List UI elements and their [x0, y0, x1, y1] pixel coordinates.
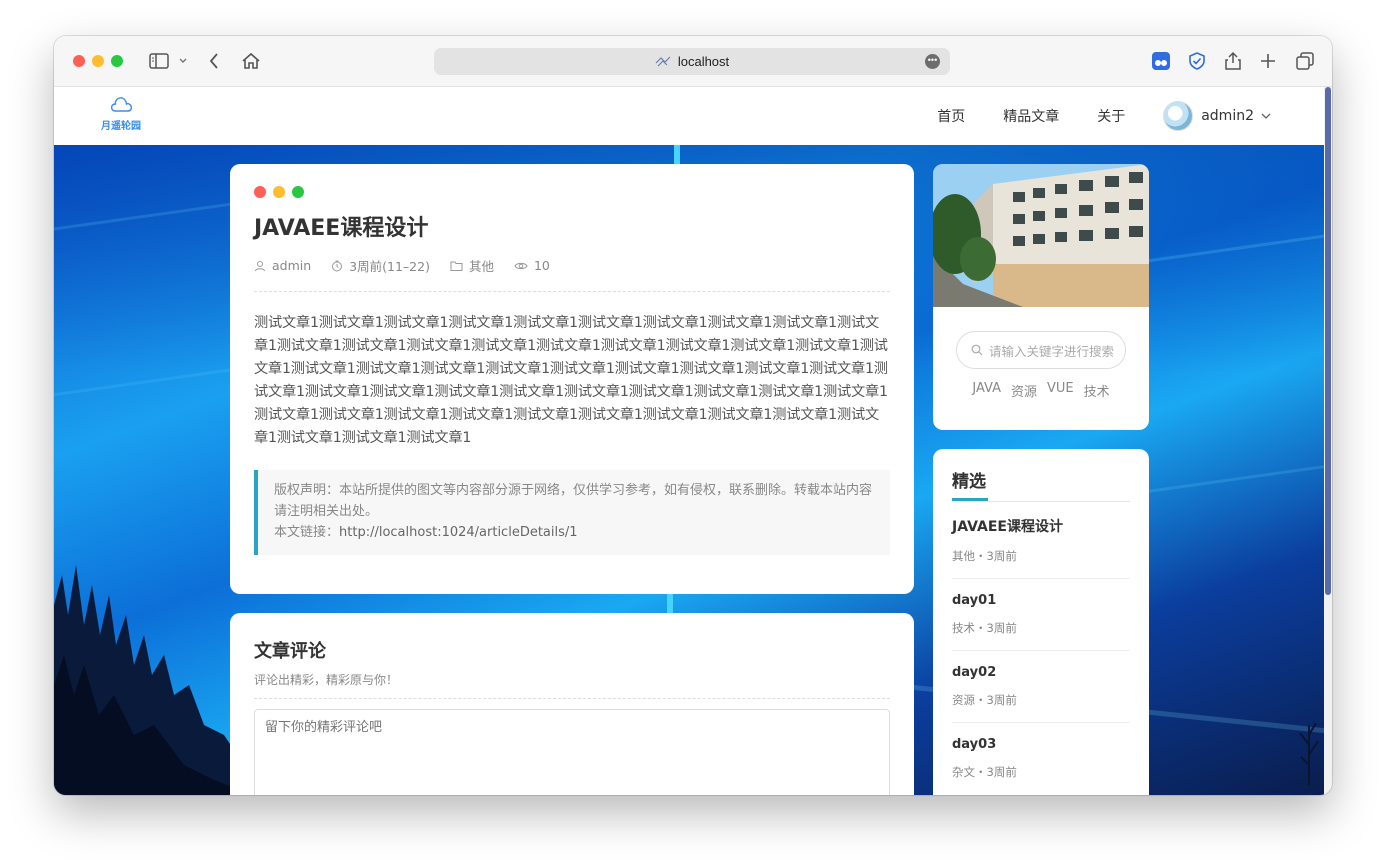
- featured-item-meta: 杂文・3周前: [952, 765, 1017, 779]
- extension-icon[interactable]: [1150, 50, 1172, 72]
- search-input[interactable]: 请输入关键字进行搜索: [989, 341, 1114, 360]
- nav-featured-articles[interactable]: 精品文章: [1003, 106, 1059, 126]
- meta-time: 3周前(11–22): [331, 256, 430, 275]
- shield-icon[interactable]: [1186, 50, 1208, 72]
- zoom-window-button[interactable]: [111, 55, 123, 67]
- featured-card: 精选 JAVAEE课程设计 其他・3周前 day01 技术・3周前 day02 …: [933, 449, 1149, 795]
- view-count: 10: [533, 258, 550, 273]
- user-menu[interactable]: admin2: [1163, 101, 1272, 131]
- light-beam: [674, 145, 680, 165]
- article-body: 测试文章1测试文章1测试文章1测试文章1测试文章1测试文章1测试文章1测试文章1…: [254, 315, 888, 446]
- page-scrollbar[interactable]: [1324, 87, 1332, 795]
- main-nav: 首页 精品文章 关于 admin2: [899, 87, 1272, 145]
- tag-item[interactable]: 资源: [1011, 381, 1037, 400]
- nav-home[interactable]: 首页: [937, 106, 965, 126]
- publish-time: 3周前(11–22): [349, 259, 430, 274]
- eye-icon: [514, 262, 528, 269]
- comments-card: 文章评论 评论出精彩，精彩原与你！: [230, 613, 914, 795]
- green-dot: [292, 186, 304, 198]
- new-tab-icon[interactable]: [1257, 50, 1279, 72]
- featured-item[interactable]: day02 资源・3周前: [952, 651, 1130, 723]
- featured-item[interactable]: day03 杂文・3周前: [952, 723, 1130, 794]
- meta-author: admin: [254, 258, 311, 273]
- featured-item-meta: 其他・3周前: [952, 549, 1017, 563]
- featured-item-meta: 资源・3周前: [952, 693, 1017, 707]
- clock-icon: [332, 260, 343, 271]
- minimize-window-button[interactable]: [92, 55, 104, 67]
- featured-item-title[interactable]: day02: [952, 665, 1130, 680]
- browser-window: localhost ••• 月遥轮园 首页 精品文章 关于 admin2 JAV…: [54, 36, 1332, 795]
- folder-icon: [450, 261, 463, 271]
- article-meta: admin 3周前(11–22) 其他 10: [254, 256, 890, 292]
- comments-title: 文章评论: [254, 641, 326, 662]
- article-link[interactable]: http://localhost:1024/articleDetails/1: [339, 525, 578, 540]
- close-window-button[interactable]: [73, 55, 85, 67]
- browser-toolbar: localhost •••: [54, 36, 1332, 87]
- featured-title: 精选: [952, 472, 986, 492]
- back-icon[interactable]: [204, 50, 224, 72]
- address-bar[interactable]: localhost •••: [434, 48, 950, 75]
- featured-item-meta: 技术・3周前: [952, 621, 1017, 635]
- yellow-dot: [273, 186, 285, 198]
- scrollbar-thumb[interactable]: [1325, 87, 1331, 595]
- address-text: localhost: [677, 54, 730, 69]
- search-box[interactable]: 请输入关键字进行搜索: [956, 331, 1126, 369]
- comments-subtitle: 评论出精彩，精彩原与你！: [254, 671, 890, 699]
- sidebar-search-card: 请输入关键字进行搜索 JAVA 资源 VUE 技术: [933, 164, 1149, 430]
- tag-item[interactable]: VUE: [1047, 381, 1074, 400]
- chevron-down-icon[interactable]: [1260, 112, 1272, 120]
- window-dots: [254, 186, 890, 198]
- home-icon[interactable]: [240, 50, 262, 72]
- featured-item-title[interactable]: day03: [952, 737, 1130, 752]
- meta-views: 10: [514, 258, 550, 273]
- username: admin2: [1201, 108, 1254, 124]
- red-dot: [254, 186, 266, 198]
- article-title: JAVAEE课程设计: [254, 216, 429, 241]
- tag-item[interactable]: 技术: [1084, 381, 1110, 400]
- copyright-notice: 版权声明：本站所提供的图文等内容部分源于网络，仅供学习参考，如有侵权，联系删除。…: [254, 470, 890, 555]
- avatar[interactable]: [1163, 101, 1194, 131]
- featured-underline: [952, 498, 1130, 502]
- article-card: JAVAEE课程设计 admin 3周前(11–22) 其他 10 测试文章1测…: [230, 164, 914, 594]
- featured-item[interactable]: JAVAEE课程设计 其他・3周前: [952, 502, 1130, 579]
- forest-silhouette: [54, 565, 254, 795]
- featured-item-title[interactable]: JAVAEE课程设计: [952, 516, 1130, 536]
- author-name[interactable]: admin: [272, 258, 311, 273]
- plant-silhouette: [1299, 722, 1319, 785]
- sidebar-toggle-icon[interactable]: [148, 50, 170, 72]
- tag-list: JAVA 资源 VUE 技术: [933, 381, 1149, 400]
- tab-overview-icon[interactable]: [1294, 50, 1316, 72]
- logo-text: 月遥轮园: [101, 121, 141, 132]
- comment-input[interactable]: [254, 709, 890, 795]
- search-icon: [971, 344, 983, 356]
- chevron-down-icon[interactable]: [176, 50, 190, 72]
- nav-about[interactable]: 关于: [1097, 106, 1125, 126]
- site-header: 月遥轮园 首页 精品文章 关于 admin2: [54, 87, 1324, 145]
- meta-category: 其他: [450, 256, 494, 275]
- tag-item[interactable]: JAVA: [972, 381, 1001, 400]
- page-background: JAVAEE课程设计 admin 3周前(11–22) 其他 10 测试文章1测…: [54, 145, 1324, 795]
- featured-item[interactable]: day01 技术・3周前: [952, 579, 1130, 651]
- light-beam: [667, 593, 673, 613]
- copyright-text: 版权声明：本站所提供的图文等内容部分源于网络，仅供学习参考，如有侵权，联系删除。…: [274, 483, 873, 519]
- category-name[interactable]: 其他: [469, 256, 494, 275]
- cloud-icon: [110, 97, 133, 112]
- article-link-label: 本文链接：: [274, 525, 340, 540]
- user-icon: [255, 260, 265, 271]
- site-icon: [655, 56, 671, 66]
- featured-item-title[interactable]: day01: [952, 593, 1130, 608]
- site-logo[interactable]: 月遥轮园: [100, 93, 142, 137]
- article-link-row: 本文链接：http://localhost:1024/articleDetail…: [274, 522, 876, 543]
- more-options-icon[interactable]: •••: [925, 54, 940, 69]
- campus-photo: [933, 164, 1149, 307]
- share-icon[interactable]: [1222, 50, 1244, 72]
